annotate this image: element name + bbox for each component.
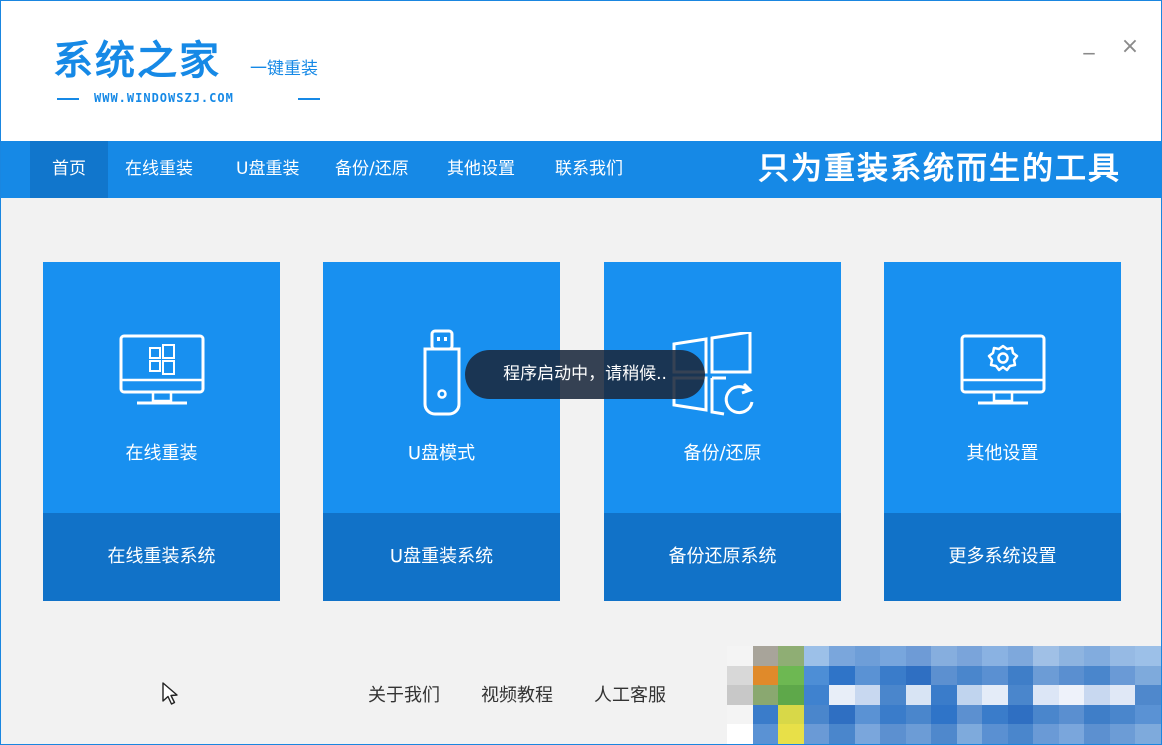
pixelated-overlay	[727, 646, 1161, 744]
minimize-button[interactable]: _	[1077, 31, 1101, 55]
nav-contact-us[interactable]: 联系我们	[555, 141, 623, 198]
slogan: 只为重装系统而生的工具	[758, 151, 1121, 187]
card-title: U盘模式	[407, 443, 476, 464]
card-usb-mode[interactable]: U盘模式 U盘重装系统	[323, 262, 560, 601]
card-footer-button[interactable]: 更多系统设置	[884, 513, 1121, 601]
loading-toast: 程序启动中，请稍候..	[465, 350, 705, 399]
card-title: 其他设置	[966, 443, 1039, 464]
card-footer-button[interactable]: 备份还原系统	[604, 513, 841, 601]
logo-title: 系统之家	[53, 38, 221, 84]
close-button[interactable]: ×	[1118, 35, 1142, 59]
logo-subtitle: 一键重装	[250, 59, 318, 79]
card-footer-button[interactable]: U盘重装系统	[323, 513, 560, 601]
card-footer-button[interactable]: 在线重装系统	[43, 513, 280, 601]
card-title: 在线重装	[125, 443, 198, 464]
logo-url: WWW.WINDOWSZJ.COM	[94, 91, 234, 105]
nav-home[interactable]: 首页	[30, 141, 108, 198]
footer-link-about[interactable]: 关于我们	[368, 684, 440, 708]
mouse-cursor-icon	[161, 681, 181, 711]
card-online-reinstall[interactable]: 在线重装 在线重装系统	[43, 262, 280, 601]
nav-online-reinstall[interactable]: 在线重装	[125, 141, 193, 198]
monitor-windows-icon	[43, 330, 280, 420]
footer-link-video[interactable]: 视频教程	[481, 684, 553, 708]
logo-divider-right	[298, 98, 320, 100]
footer-link-support[interactable]: 人工客服	[594, 684, 666, 708]
nav-backup-restore[interactable]: 备份/还原	[335, 141, 409, 198]
app-window: 系统之家 一键重装 WWW.WINDOWSZJ.COM _ × 首页 在线重装 …	[0, 0, 1162, 745]
logo-divider-left	[57, 98, 79, 100]
nav-usb-reinstall[interactable]: U盘重装	[236, 141, 299, 198]
monitor-gear-icon	[884, 330, 1121, 420]
top-nav: 首页 在线重装 U盘重装 备份/还原 其他设置 联系我们 只为重装系统而生的工具	[1, 141, 1161, 198]
card-title: 备份/还原	[683, 443, 762, 464]
nav-other-settings[interactable]: 其他设置	[447, 141, 515, 198]
card-other-settings[interactable]: 其他设置 更多系统设置	[884, 262, 1121, 601]
header: 系统之家 一键重装 WWW.WINDOWSZJ.COM _ ×	[1, 1, 1161, 141]
card-backup-restore[interactable]: 备份/还原 备份还原系统	[604, 262, 841, 601]
